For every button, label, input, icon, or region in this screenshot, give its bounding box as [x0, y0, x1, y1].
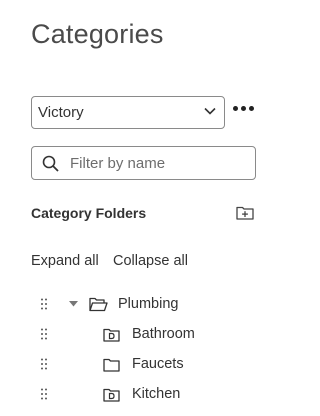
dot-icon: [249, 106, 254, 111]
tree-item-label: Kitchen: [132, 386, 181, 402]
dot-icon: [241, 106, 246, 111]
tree-item-faucets[interactable]: Faucets: [0, 350, 266, 380]
tree-item-label: Bathroom: [132, 326, 195, 342]
dot-icon: [233, 106, 238, 111]
drag-handle-icon[interactable]: [41, 328, 47, 340]
tree-item-kitchen[interactable]: Kitchen: [0, 380, 266, 410]
folder-icon: [103, 358, 120, 372]
drag-handle-icon[interactable]: [41, 388, 47, 400]
drag-handle-icon[interactable]: [41, 298, 47, 310]
expand-all-link[interactable]: Expand all: [31, 253, 99, 269]
catalog-select-value: Victory: [38, 104, 84, 121]
section-title: Category Folders: [31, 205, 147, 221]
folder-open-icon: [89, 297, 108, 312]
caret-down-icon[interactable]: [69, 301, 78, 307]
tree-item-plumbing[interactable]: Plumbing: [0, 290, 266, 320]
folder-d-icon: [103, 388, 120, 402]
chevron-down-icon: [204, 107, 216, 115]
folder-d-icon: [103, 328, 120, 342]
search-icon: [42, 155, 59, 172]
search-field[interactable]: [31, 146, 256, 180]
page-title: Categories: [31, 19, 164, 49]
catalog-select[interactable]: Victory: [31, 96, 225, 129]
tree-item-label: Faucets: [132, 356, 184, 372]
tree-item-label: Plumbing: [118, 296, 179, 312]
drag-handle-icon[interactable]: [41, 358, 47, 370]
collapse-all-link[interactable]: Collapse all: [113, 253, 188, 269]
tree-item-bathroom[interactable]: Bathroom: [0, 320, 266, 350]
add-folder-icon[interactable]: [236, 205, 254, 220]
more-options-button[interactable]: [233, 106, 254, 111]
search-input[interactable]: [68, 153, 242, 173]
